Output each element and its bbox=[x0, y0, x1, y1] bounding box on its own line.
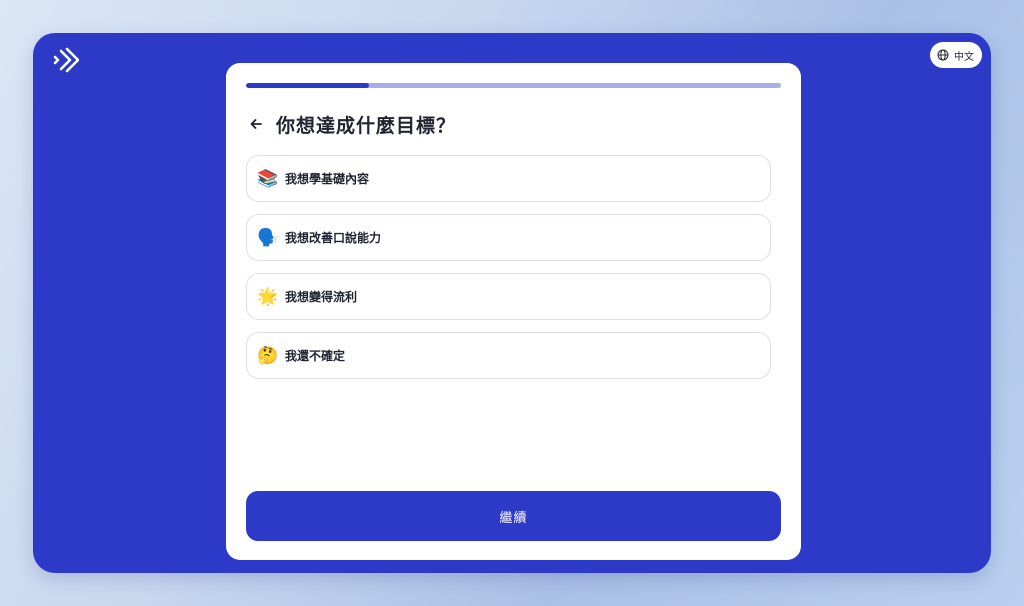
language-label: 中文 bbox=[954, 51, 974, 63]
goal-option-speaking[interactable]: 🗣️ 我想改善口說能力 bbox=[246, 214, 771, 261]
glowing-star-icon: 🌟 bbox=[257, 286, 279, 307]
chevrons-right-logo-icon bbox=[53, 47, 79, 73]
goal-option-fluent[interactable]: 🌟 我想變得流利 bbox=[246, 273, 771, 320]
option-label: 我想變得流利 bbox=[285, 290, 358, 304]
option-label: 我還不確定 bbox=[285, 349, 346, 363]
goal-option-unsure[interactable]: 🤔 我還不確定 bbox=[246, 332, 771, 379]
continue-button[interactable]: 繼續 bbox=[246, 491, 781, 541]
language-selector-button[interactable]: 中文 bbox=[930, 42, 982, 68]
thinking-face-icon: 🤔 bbox=[257, 345, 279, 366]
progress-bar bbox=[246, 83, 781, 88]
card-header: 你想達成什麼目標？ bbox=[248, 108, 456, 140]
app-frame: 中文 你想達成什麼目標？ 📚 我想學基礎內容 🗣️ 我想改善口說能力 🌟 我想變… bbox=[33, 33, 991, 573]
goal-option-basics[interactable]: 📚 我想學基礎內容 bbox=[246, 155, 771, 202]
option-label: 我想改善口說能力 bbox=[285, 231, 382, 245]
page-title: 你想達成什麼目標？ bbox=[276, 114, 457, 137]
goal-card: 你想達成什麼目標？ 📚 我想學基礎內容 🗣️ 我想改善口說能力 🌟 我想變得流利… bbox=[226, 63, 801, 560]
globe-icon bbox=[937, 49, 949, 61]
books-icon: 📚 bbox=[257, 168, 279, 189]
goal-options-list: 📚 我想學基礎內容 🗣️ 我想改善口說能力 🌟 我想變得流利 🤔 我還不確定 bbox=[246, 155, 771, 391]
speaking-head-icon: 🗣️ bbox=[257, 227, 279, 248]
option-label: 我想學基礎內容 bbox=[285, 172, 370, 186]
progress-bar-fill bbox=[246, 83, 370, 88]
arrow-left-icon[interactable] bbox=[248, 116, 264, 132]
